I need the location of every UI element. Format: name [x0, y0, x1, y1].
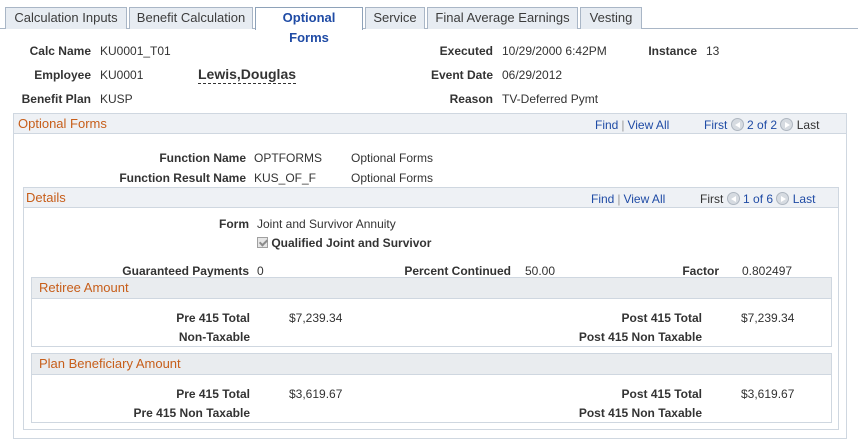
event-date-label: Event Date: [430, 68, 493, 82]
optional-forms-title: Optional Forms: [18, 116, 107, 131]
beneficiary-amount-header: Plan Beneficiary Amount: [32, 354, 831, 375]
retiree-nontaxable-label: Non-Taxable: [178, 330, 250, 344]
function-result-value: KUS_OF_F: [254, 171, 317, 185]
factor-label: Factor: [682, 264, 719, 278]
form-label: Form: [219, 217, 249, 231]
beneficiary-amount-title: Plan Beneficiary Amount: [39, 356, 181, 371]
employee-value: KU0001: [100, 68, 144, 82]
beneficiary-pre415-value: $3,619.67: [289, 387, 343, 401]
next-row-icon[interactable]: [780, 118, 794, 131]
details-row-count: 1 of 6: [743, 192, 774, 206]
tab-final-average-earnings[interactable]: Final Average Earnings: [427, 7, 578, 29]
details-title: Details: [26, 190, 66, 205]
details-first-link[interactable]: First: [700, 192, 723, 206]
retiree-amount-groupbox: Retiree Amount: [31, 277, 832, 347]
details-last-link[interactable]: Last: [793, 192, 816, 206]
function-result-desc: Optional Forms: [351, 171, 434, 185]
tab-optional-forms[interactable]: Optional Forms: [255, 7, 363, 45]
executed-value: 10/29/2000 6:42PM: [502, 44, 607, 58]
tab-benefit-calculation[interactable]: Benefit Calculation: [129, 7, 253, 29]
calc-name-value: KU0001_T01: [100, 44, 171, 58]
percent-continued-label: Percent Continued: [404, 264, 511, 278]
retiree-pre415-value: $7,239.34: [289, 311, 343, 325]
details-view-all-link[interactable]: View All: [623, 192, 665, 206]
function-name-label: Function Name: [159, 151, 246, 165]
function-name-desc: Optional Forms: [351, 151, 434, 165]
retiree-amount-header: Retiree Amount: [32, 278, 831, 299]
benefit-plan-label: Benefit Plan: [21, 92, 91, 106]
retiree-post415-nontaxable-label: Post 415 Non Taxable: [578, 330, 702, 344]
beneficiary-post415-label: Post 415 Total: [621, 387, 702, 401]
last-link[interactable]: Last: [797, 118, 820, 132]
retiree-amount-title: Retiree Amount: [39, 280, 129, 295]
factor-value: 0.802497: [742, 264, 793, 278]
guaranteed-payments-label: Guaranteed Payments: [122, 264, 249, 278]
beneficiary-pre415-label: Pre 415 Total: [176, 387, 250, 401]
details-row-nav: First 1 of 6 Last: [700, 192, 815, 206]
details-next-row-icon[interactable]: [776, 192, 790, 205]
benefit-plan-value: KUSP: [100, 92, 133, 106]
details-find-link[interactable]: Find: [591, 192, 614, 206]
percent-continued-value: 50.00: [525, 264, 556, 278]
find-link[interactable]: Find: [595, 118, 618, 132]
tab-calculation-inputs[interactable]: Calculation Inputs: [5, 7, 127, 29]
qualified-checkbox[interactable]: [257, 237, 268, 248]
employee-name[interactable]: Lewis,Douglas: [198, 66, 297, 84]
guaranteed-payments-value: 0: [257, 264, 264, 278]
employee-label: Employee: [34, 68, 91, 82]
view-all-link[interactable]: View All: [627, 118, 669, 132]
beneficiary-pre415-nontaxable-label: Pre 415 Non Taxable: [133, 406, 251, 420]
qualified-label: Qualified Joint and Survivor: [271, 236, 432, 250]
previous-row-icon[interactable]: [730, 118, 744, 131]
calc-name-label: Calc Name: [29, 44, 91, 58]
retiree-pre415-label: Pre 415 Total: [176, 311, 250, 325]
qualified-checkbox-row: Qualified Joint and Survivor: [257, 236, 431, 250]
beneficiary-post415-nontaxable-label: Post 415 Non Taxable: [578, 406, 702, 420]
retiree-post415-value: $7,239.34: [741, 311, 795, 325]
details-nav: Find | View All: [591, 192, 666, 206]
function-result-label: Function Result Name: [119, 171, 246, 185]
instance-value: 13: [706, 44, 720, 58]
details-previous-row-icon[interactable]: [726, 192, 740, 205]
optional-forms-row-nav: First 2 of 2 Last: [704, 118, 819, 132]
instance-label: Instance: [648, 44, 697, 58]
event-date-value: 06/29/2012: [502, 68, 563, 82]
optional-forms-nav: Find | View All: [595, 118, 670, 132]
first-link[interactable]: First: [704, 118, 727, 132]
executed-label: Executed: [439, 44, 493, 58]
reason-value: TV-Deferred Pymt: [502, 92, 599, 106]
tab-vesting[interactable]: Vesting: [580, 7, 642, 29]
row-count: 2 of 2: [747, 118, 778, 132]
beneficiary-post415-value: $3,619.67: [741, 387, 795, 401]
function-name-value: OPTFORMS: [254, 151, 322, 165]
tab-service[interactable]: Service: [365, 7, 425, 29]
form-value: Joint and Survivor Annuity: [257, 217, 396, 231]
tab-bar: Calculation Inputs Benefit Calculation O…: [0, 0, 858, 45]
retiree-post415-label: Post 415 Total: [621, 311, 702, 325]
reason-label: Reason: [449, 92, 493, 106]
